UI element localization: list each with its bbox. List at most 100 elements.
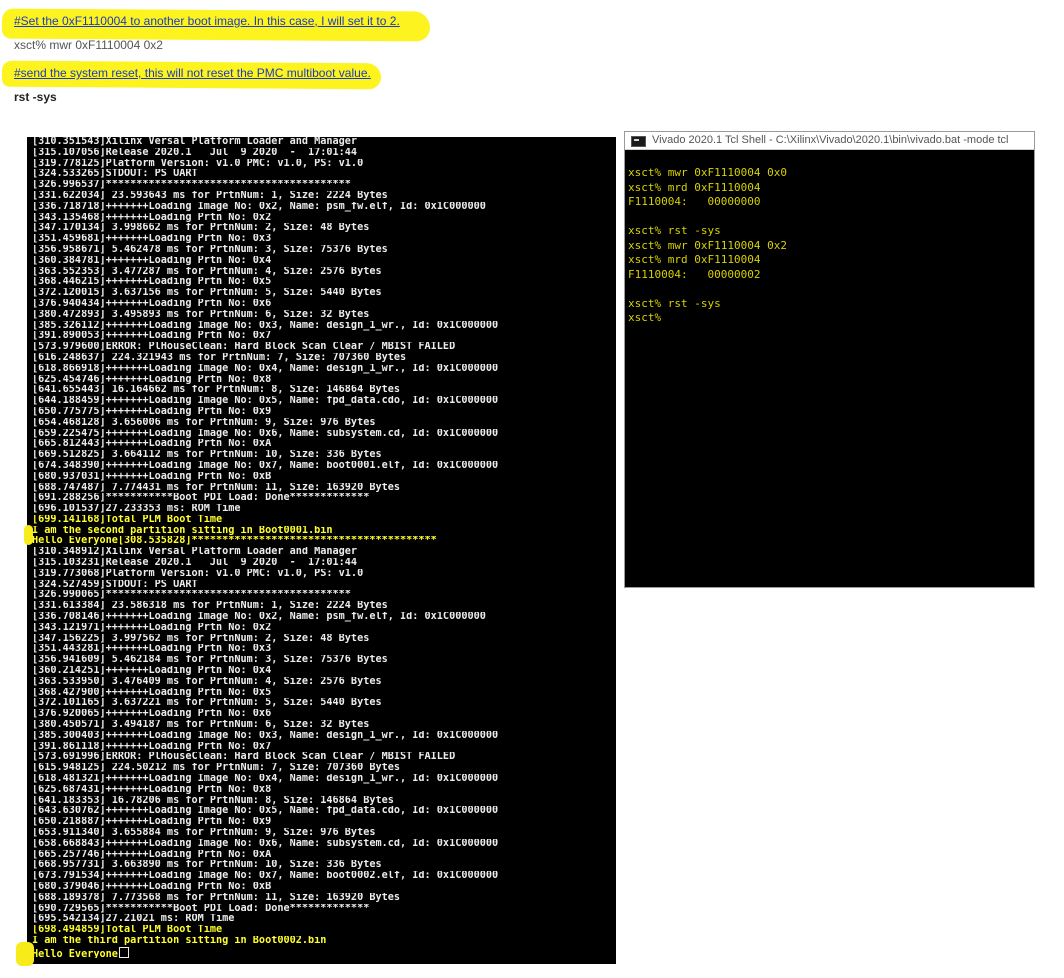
console-line: [351.459681]+++++++Loading Prtn No: 0x3 [32, 234, 272, 245]
console-line: [347.170134] 3.998662 ms for PrtnNum: 2,… [32, 223, 370, 234]
console-line: [368.427900]+++++++Loading Prtn No: 0x5 [32, 687, 272, 698]
console-line: [573.979600]ERROR: PlHouseClean: Hard Bl… [32, 342, 456, 353]
instructions: #Set the 0xF1110004 to another boot imag… [0, 0, 1064, 110]
console-line: [356.958671] 5.462478 ms for PrtnNum: 3,… [32, 244, 388, 255]
tcl-line: xsct% rst -sys [628, 296, 721, 310]
console-line: [336.718718]+++++++Loading Image No: 0x2… [32, 201, 486, 212]
console-line: [650.775775]+++++++Loading Prtn No: 0x9 [32, 406, 272, 417]
console-line: [644.188459]+++++++Loading Image No: 0x5… [32, 396, 499, 407]
tcl-line: F1110004: 00000000 [628, 195, 761, 208]
highlighted-comment-2: #send the system reset, this will not re… [1, 60, 381, 90]
console-line: [668.957731] 3.663890 ms for PrtnNum: 10… [32, 860, 382, 871]
console-line: [691.288256]***********Boot PDI Load: Do… [32, 493, 370, 504]
console-line: [326.990065]****************************… [32, 590, 351, 601]
console-line: [372.101165] 3.637221 ms for PrtnNum: 5,… [32, 698, 382, 709]
console-line: [659.225475]+++++++Loading Image No: 0x6… [32, 428, 499, 439]
console-line: [688.189378] 7.773568 ms for PrtnNum: 11… [32, 892, 401, 903]
yellow-marker-2 [16, 942, 34, 966]
console-line: [673.791534]+++++++Loading Image No: 0x7… [32, 871, 499, 882]
command-mwr: xsct% mwr 0xF1110004 0x2 [14, 38, 163, 52]
console-line: [380.450571] 3.494187 ms for PrtnNum: 6,… [32, 720, 370, 731]
console-line: [618.481321]+++++++Loading Image No: 0x4… [32, 774, 499, 785]
console-line: [324.527459]STDOUT: PS UART [32, 579, 198, 590]
tcl-line: xsct% mrd 0xF1110004 [628, 180, 761, 194]
console-line: [368.446215]+++++++Loading Prtn No: 0x5 [32, 277, 272, 288]
tcl-line: xsct% mwr 0xF1110004 0x0 [628, 166, 787, 179]
console-line: [356.941609] 5.462184 ms for PrtnNum: 3,… [32, 655, 388, 666]
console-line: [391.861118]+++++++Loading Prtn No: 0x7 [32, 741, 272, 752]
console-line: [618.866918]+++++++Loading Image No: 0x4… [32, 363, 499, 374]
console-line: [665.812443]+++++++Loading Prtn No: 0xA [32, 439, 272, 450]
tcl-output: xsct% mwr 0xF1110004 0x0 xsct% mrd 0xF111… [628, 166, 787, 326]
console-line: [385.326112]+++++++Loading Image No: 0x3… [32, 320, 499, 331]
console-line: [372.120015] 3.637156 ms for PrtnNum: 5,… [32, 288, 382, 299]
console-line: [391.890053]+++++++Loading Prtn No: 0x7 [32, 331, 272, 342]
console-line: [674.348390]+++++++Loading Image No: 0x7… [32, 460, 499, 471]
console-line: [625.454746]+++++++Loading Prtn No: 0x8 [32, 374, 272, 385]
tcl-titlebar[interactable]: Vivado 2020.1 Tcl Shell - C:\Xilinx\Viva… [625, 132, 1034, 150]
tcl-line [628, 282, 787, 297]
comment-set-boot-image[interactable]: #Set the 0xF1110004 to another boot imag… [14, 14, 400, 28]
console-line: [641.183353] 16.78206 ms for PrtnNum: 8,… [32, 795, 394, 806]
console-line: [641.655443] 16.164662 ms for PrtnNum: 8… [32, 385, 401, 396]
tcl-shell-window[interactable]: Vivado 2020.1 Tcl Shell - C:\Xilinx\Viva… [624, 131, 1035, 588]
console-line: [343.135468]+++++++Loading Prtn No: 0x2 [32, 212, 272, 223]
console-app-icon [631, 136, 646, 147]
console-line: [698.494859]Total PLM Boot Time [32, 925, 223, 936]
console-line: [654.468128] 3.656006 ms for PrtnNum: 9,… [32, 417, 376, 428]
console-line: [376.940434]+++++++Loading Prtn No: 0x6 [32, 298, 272, 309]
console-line: [351.443281]+++++++Loading Prtn No: 0x3 [32, 644, 272, 655]
console-line: [360.214251]+++++++Loading Prtn No: 0x4 [32, 666, 272, 677]
console-line: [324.533265]STDOUT: PS UART [32, 169, 198, 180]
console-line: [650.218887]+++++++Loading Prtn No: 0x9 [32, 817, 272, 828]
console-line: [699.141168]Total PLM Boot Time [32, 514, 223, 525]
tcl-line: xsct% rst -sys [628, 224, 721, 237]
console-line: I am the second partition sitting in Boo… [32, 525, 333, 536]
console-line: [643.630762]+++++++Loading Image No: 0x5… [32, 806, 499, 817]
tcl-line: F1110004: 00000002 [628, 267, 761, 281]
console-line: [625.687431]+++++++Loading Prtn No: 0x8 [32, 784, 272, 795]
comment-system-reset[interactable]: #send the system reset, this will not re… [14, 66, 371, 80]
console-line: [319.773068]Platform Version: v1.0 PMC: … [32, 568, 364, 579]
console-line: [310.351543]Xilinx Versal Platform Loade… [32, 137, 358, 147]
tcl-line: xsct% mwr 0xF1110004 0x2 [628, 238, 787, 252]
tcl-window-title: Vivado 2020.1 Tcl Shell - C:\Xilinx\Viva… [652, 134, 1009, 146]
console-line: [310.348912]Xilinx Versal Platform Loade… [32, 547, 358, 558]
tcl-line [628, 210, 787, 225]
console-line: [376.920065]+++++++Loading Prtn No: 0x6 [32, 709, 272, 720]
console-line: [347.156225] 3.997562 ms for PrtnNum: 2,… [32, 633, 370, 644]
console-line: [331.622034] 23.593643 ms for PrtnNum: 1… [32, 190, 388, 201]
console-output: [310.351543]Xilinx Versal Platform Loade… [32, 137, 498, 958]
console-line: [690.729565]***********Boot PDI Load: Do… [32, 903, 370, 914]
uart-console[interactable]: [310.351543]Xilinx Versal Platform Loade… [27, 137, 616, 964]
console-line: [363.533950] 3.476409 ms for PrtnNum: 4,… [32, 676, 382, 687]
console-line: [696.101537]27.233353 ms: ROM Time [32, 504, 241, 515]
command-rst: rst -sys [14, 90, 57, 104]
console-line: [363.552353] 3.477287 ms for PrtnNum: 4,… [32, 266, 382, 277]
console-line: [615.948125] 224.50212 ms for PrtnNum: 7… [32, 763, 401, 774]
console-line: [680.937031]+++++++Loading Prtn No: 0xB [32, 471, 272, 482]
tcl-line: xsct% mrd 0xF1110004 [628, 253, 761, 266]
console-line: [616.248637] 224.321943 ms for PrtnNum: … [32, 352, 407, 363]
console-line: [669.512825] 3.664112 ms for PrtnNum: 10… [32, 450, 382, 461]
yellow-marker-1 [24, 525, 33, 545]
highlighted-comment-1: #Set the 0xF1110004 to another boot imag… [1, 8, 430, 42]
console-line: [573.691996]ERROR: PlHouseClean: Hard Bl… [32, 752, 456, 763]
text-cursor [118, 946, 129, 958]
console-line: I am the third partition sitting in Boot… [32, 935, 327, 946]
console-line: [331.613384] 23.586318 ms for PrtnNum: 1… [32, 601, 388, 612]
console-line: [385.300403]+++++++Loading Image No: 0x3… [32, 730, 499, 741]
console-line: [695.542134]27.21021 ms: ROM Time [32, 914, 235, 925]
console-line: [315.103231]Release 2020.1 Jul 9 2020 - … [32, 558, 358, 569]
console-line: [360.384781]+++++++Loading Prtn No: 0x4 [32, 255, 272, 266]
console-line: [688.747487] 7.774431 ms for PrtnNum: 11… [32, 482, 401, 493]
tcl-line: xsct% [628, 311, 662, 324]
console-line: [653.911340] 3.655884 ms for PrtnNum: 9,… [32, 828, 376, 838]
console-line: Hello Everyone[308.535828]**************… [32, 536, 437, 547]
console-line: [680.379046]+++++++Loading Prtn No: 0xB [32, 881, 272, 892]
console-line: [380.472893] 3.495893 ms for PrtnNum: 6,… [32, 309, 370, 320]
console-line: [319.778125]Platform Version: v1.0 PMC: … [32, 158, 364, 169]
console-line: Hello Everyone [32, 946, 498, 958]
console-line: [326.996537]****************************… [32, 180, 351, 191]
console-line: [343.121971]+++++++Loading Prtn No: 0x2 [32, 622, 272, 633]
